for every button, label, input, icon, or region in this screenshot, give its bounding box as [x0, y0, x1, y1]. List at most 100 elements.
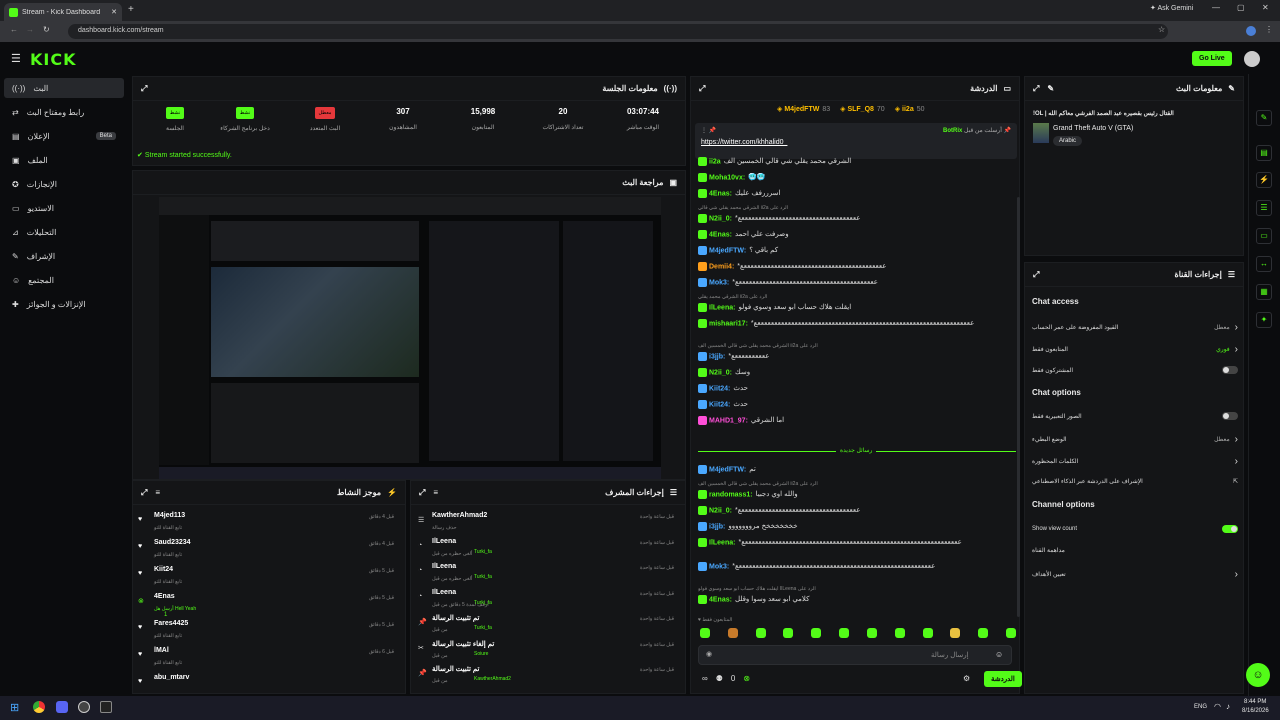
activity-item[interactable]: ♥ Kiit24 تابع القناة للتو قبل 5 دقائق	[138, 566, 400, 590]
setting-control[interactable]	[1222, 412, 1238, 420]
mod-action-item[interactable]: ◔ IlLeena ألغى حظره من قبل Turki_fa قبل ساعة…	[416, 563, 680, 585]
setting-control[interactable]: ›	[1235, 456, 1238, 467]
setting-row[interactable]: الكلمات المحظورة ›	[1032, 456, 1238, 467]
bookmark-star-icon[interactable]: ☆	[1158, 25, 1165, 34]
chat-message[interactable]: Moha10vx: 🥶🥶	[698, 173, 1016, 182]
new-messages-divider[interactable]: رسائل جديدة	[698, 447, 1016, 459]
chevron-right-icon[interactable]: ›	[1235, 456, 1238, 467]
activity-item[interactable]: ♥ Fares4425 تابع القناة للتو قبل 5 دقائق	[138, 620, 400, 644]
expand-icon[interactable]: ⤢	[699, 84, 705, 94]
emoji-icon[interactable]: ☺	[995, 650, 1003, 659]
chat-message[interactable]: i3jjb: خخخخخخخخ مرووووووو	[698, 522, 1016, 531]
app-taskbar-icon[interactable]	[100, 701, 112, 713]
chat-message[interactable]: N2ii_0: *عععععععععععععععععععععععععععععععع…	[698, 506, 1016, 515]
setting-row[interactable]: Show view count	[1032, 525, 1238, 533]
activity-item[interactable]: ⊗ 4Enas أرسل هل Hell Yeah قبل 5 دقائق 1	[138, 593, 400, 618]
forward-icon[interactable]: →	[26, 25, 34, 34]
start-icon[interactable]: ⊞	[10, 701, 19, 714]
sidebar-item-1[interactable]: ⇄ رابط ومفتاح البث	[4, 102, 124, 122]
top-gifter[interactable]: ◈ M4jedFTW 83	[777, 105, 830, 113]
chat-message[interactable]: 4Enas: وصرفت علي احمد	[698, 230, 1016, 239]
external-link-icon[interactable]: ⇱	[1233, 478, 1238, 485]
emote-icon[interactable]	[755, 628, 766, 638]
mod-action-item[interactable]: ◔ IlLeena أرقف لمدة 5 دقائق من قبل Turki_fa…	[416, 589, 680, 611]
chat-message[interactable]: 4Enas: اسرررفف عليك	[698, 189, 1016, 198]
chat-username[interactable]: Demii4:	[709, 263, 734, 270]
activity-item[interactable]: ♥ abu_mtarv	[138, 674, 400, 698]
chat-message[interactable]: randomass1: والله اوي دجبيا	[698, 490, 1016, 499]
sidebar-item-3[interactable]: ▣ الملف	[4, 150, 124, 170]
pinned-link[interactable]: https://twitter.com/khhalid0_	[701, 139, 1011, 146]
chat-message[interactable]: Kiit24: حدث	[698, 400, 1016, 409]
category-name[interactable]: Grand Theft Auto V (GTA)	[1053, 125, 1133, 132]
sidebar-item-2[interactable]: ▤ الإعلان Beta	[4, 126, 124, 146]
activity-item[interactable]: ♥ lMAl تابع القناة للتو قبل 6 دقائق	[138, 647, 400, 671]
sidebar-item-7[interactable]: ✎ الإشراف	[4, 246, 124, 266]
chat-username[interactable]: IlLeena:	[709, 304, 735, 311]
volume-icon[interactable]: ♪	[1226, 702, 1230, 711]
sidebar-item-5[interactable]: ▭ الاستديو	[4, 198, 124, 218]
setting-row[interactable]: تعيين الأهداف ›	[1032, 569, 1238, 580]
chat-username[interactable]: ii2a	[709, 158, 721, 165]
hamburger-menu-icon[interactable]: ☰	[11, 52, 21, 65]
wrench-tool-icon[interactable]: ✦	[1256, 312, 1272, 328]
layers-tool-icon[interactable]: ▦	[1256, 284, 1272, 300]
chat-username[interactable]: Mok3:	[709, 563, 729, 570]
edit-tool-icon[interactable]: ✎	[1256, 110, 1272, 126]
setting-control[interactable]: معطل ›	[1214, 322, 1238, 333]
chat-username[interactable]: Kiit24:	[709, 401, 730, 408]
setting-control[interactable]	[1222, 366, 1238, 374]
chat-message[interactable]: M4jedFTW: تم	[698, 465, 1016, 474]
more-options-icon[interactable]: ⋮ 📌	[701, 127, 716, 134]
lightning-tool-icon[interactable]: ⚡	[1256, 172, 1272, 188]
sidebar-item-9[interactable]: ✚ الإنزالات و الجوائز	[4, 294, 124, 314]
emote-icon[interactable]	[811, 628, 822, 638]
emote-icon[interactable]	[866, 628, 877, 638]
chat-message[interactable]: N2ii_0: *عععععععععععععععععععععععععععععععع…	[698, 214, 1016, 223]
chat-username[interactable]: MAHD1_97:	[709, 417, 748, 424]
chat-message[interactable]: IlLeena: ايقلت هلاك حساب ابو سعد وسوي فول…	[698, 303, 1016, 312]
mod-action-item[interactable]: 📌 تم تثبيت الرسالة من قبل KawtherAhmad2 قبل …	[416, 665, 680, 687]
sidebar-item-6[interactable]: ⊿ التحليلات	[4, 222, 124, 242]
chevron-right-icon[interactable]: ›	[1235, 344, 1238, 355]
ask-gemini-button[interactable]: ✦ Ask Gemini	[1150, 4, 1193, 12]
commands-icon[interactable]: ◉	[706, 650, 712, 658]
setting-control[interactable]: معطل ›	[1214, 434, 1238, 445]
clock-time[interactable]: 8:44 PM	[1244, 699, 1266, 705]
expand-icon[interactable]: ⤢	[141, 84, 147, 94]
filter-icon[interactable]: ≡	[433, 488, 438, 498]
mod-action-item[interactable]: 📌 تم تثبيت الرسالة من قبل Turki_fa قبل ساعة …	[416, 614, 680, 636]
keyboard-language[interactable]: ENG	[1194, 704, 1207, 710]
filter-icon[interactable]: ≡	[155, 488, 160, 498]
go-live-button[interactable]: Go Live	[1192, 51, 1232, 66]
chat-tool-icon[interactable]: ▭	[1256, 228, 1272, 244]
edit-icon[interactable]: ✎	[1047, 84, 1054, 94]
chat-settings-icon[interactable]: ⚙	[963, 674, 970, 683]
chat-username[interactable]: IlLeena:	[709, 539, 735, 546]
sidebar-item-4[interactable]: ✪ الإنجازات	[4, 174, 124, 194]
profile-avatar[interactable]	[1246, 26, 1256, 36]
chrome-taskbar-icon[interactable]	[33, 701, 45, 713]
top-gifter[interactable]: ◈ ii2a 50	[895, 105, 925, 113]
chat-username[interactable]: N2ii_0:	[709, 507, 732, 514]
setting-row[interactable]: المتابعون فقط فوري ›	[1032, 344, 1238, 355]
browser-tab[interactable]: Stream - Kick Dashboard ✕	[4, 3, 122, 21]
chat-scrollbar[interactable]	[1017, 197, 1020, 617]
chat-message[interactable]: ii2a الشرقي محمد يقلي شي قالي الخمسين الف	[698, 157, 1016, 166]
menu-dots-icon[interactable]: ⋮	[1265, 25, 1273, 34]
maximize-icon[interactable]: ▢	[1237, 3, 1245, 12]
list-tool-icon[interactable]: ☰	[1256, 200, 1272, 216]
toggle-switch[interactable]	[1222, 366, 1238, 374]
chevron-right-icon[interactable]: ›	[1235, 322, 1238, 333]
chat-username[interactable]: Kiit24:	[709, 385, 730, 392]
minimize-icon[interactable]: —	[1212, 3, 1220, 12]
mod-action-item[interactable]: ☰ KawtherAhmad2 حذف رسالة قبل ساعة واحدة	[416, 512, 680, 534]
chat-message[interactable]: 4Enas: كلامي ابو سعد وسوا وقلل	[698, 595, 1016, 604]
chat-message[interactable]: Demii4: *عععععععععععععععععععععععععععععععع…	[698, 262, 1016, 271]
chat-username[interactable]: randomass1:	[709, 491, 753, 498]
kick-logo[interactable]: KICK	[30, 50, 77, 69]
expand-icon[interactable]: ⤢	[419, 488, 425, 498]
stream-preview-video[interactable]	[159, 197, 661, 479]
expand-icon[interactable]: ⤢	[1033, 84, 1039, 94]
chat-username[interactable]: i3jjb:	[709, 523, 725, 530]
